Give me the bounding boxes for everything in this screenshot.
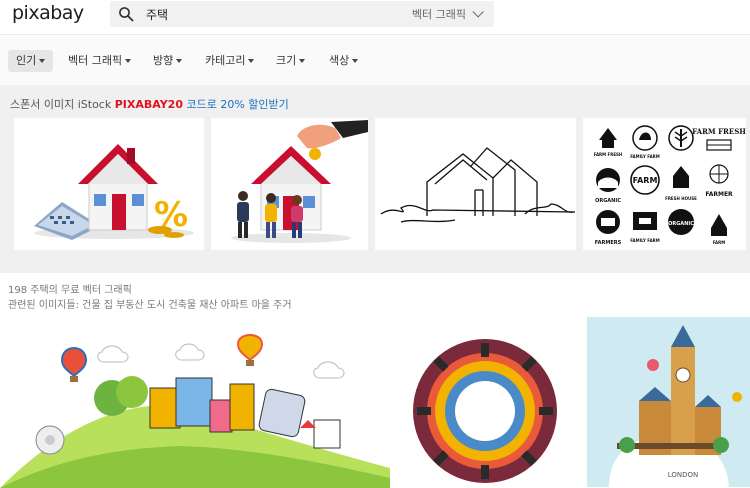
cartoon-town-illustration [0, 334, 390, 488]
sponsored-image-line-house[interactable] [375, 118, 576, 250]
filter-label: 방향 [153, 54, 174, 67]
caret-down-icon [125, 59, 132, 63]
house-calculator-illustration: % [34, 144, 194, 240]
search-bar[interactable]: 주택 벡터 그래픽 [110, 1, 494, 27]
logo-organic-text-2: ORGANIC [668, 221, 694, 227]
top-bar: pixabay 주택 벡터 그래픽 [0, 0, 750, 34]
related-searches[interactable]: 관련된 이미지들: 건물 집 부동산 도시 건축물 재산 아파트 마을 주거 [8, 296, 292, 311]
logo-farmers-text: FARMERS [595, 240, 622, 246]
logo-family-farm-text-2: FAMILY FARM [630, 238, 660, 243]
filter-category[interactable]: 카테고리 [197, 50, 262, 72]
caret-down-icon [39, 59, 46, 63]
london-caption: LONDON [668, 471, 699, 479]
line-house-illustration [380, 147, 576, 223]
circular-houses-illustration [413, 339, 557, 483]
filter-orientation[interactable]: 방향 [145, 50, 190, 72]
farm-logos-illustration: FARM FRESH FAMILY FARM FARM FRESH ORGANI… [594, 125, 746, 246]
logo-farm-fresh-text-2: FARM FRESH [692, 127, 746, 136]
logo-fresh-house-text: FRESH HOUSE [665, 196, 697, 201]
result-image-london[interactable]: LONDON [587, 317, 750, 487]
media-type-label: 벡터 그래픽 [411, 8, 466, 21]
house-coin-illustration [231, 120, 368, 243]
caret-down-icon [248, 59, 255, 63]
result-image-circular-houses[interactable] [390, 328, 585, 488]
caret-down-icon [176, 59, 183, 63]
sponsored-image-house-coin[interactable] [211, 118, 368, 250]
london-bigben-illustration: LONDON [609, 325, 742, 487]
filter-label: 벡터 그래픽 [68, 54, 123, 67]
logo-family-farm-text: FAMILY FARM [630, 154, 660, 159]
filter-label: 크기 [276, 54, 297, 67]
pixabay-logo[interactable]: pixabay [12, 2, 84, 24]
promo-code: PIXABAY20 [114, 98, 183, 111]
logo-farmer-text: FARMER [705, 191, 733, 198]
filter-label: 카테고리 [205, 54, 246, 67]
sponsored-image-house-calculator[interactable]: % [14, 118, 204, 250]
filter-label: 색상 [329, 54, 350, 67]
filter-popular[interactable]: 인기 [8, 50, 54, 72]
sponsor-prefix: 스폰서 이미지 iStock [10, 98, 112, 111]
filter-color[interactable]: 색상 [321, 50, 366, 72]
filter-label: 인기 [16, 54, 37, 67]
media-type-select[interactable]: 벡터 그래픽 [411, 6, 484, 22]
search-icon[interactable] [118, 6, 134, 22]
result-image-cartoon-town[interactable] [0, 328, 390, 488]
search-input[interactable]: 주택 [146, 6, 168, 23]
promo-text: 코드로 20% 할인받기 [186, 98, 289, 111]
caret-down-icon [352, 59, 359, 63]
filter-vector-graphics[interactable]: 벡터 그래픽 [60, 50, 139, 72]
logo-organic-text: ORGANIC [595, 198, 621, 204]
sponsor-line[interactable]: 스폰서 이미지 iStock PIXABAY20 코드로 20% 할인받기 [10, 96, 289, 112]
results-count: 198 주택의 무료 벡터 그래픽 [8, 285, 132, 296]
results-section: 198 주택의 무료 벡터 그래픽 관련된 이미지들: 건물 집 부동산 도시 … [0, 273, 750, 488]
filter-bar: 인기 벡터 그래픽 방향 카테고리 크기 색상 [0, 34, 750, 85]
logo-farm-text: FARM [633, 176, 658, 185]
chevron-down-icon [472, 6, 484, 18]
caret-down-icon [299, 59, 306, 63]
filter-size[interactable]: 크기 [268, 50, 313, 72]
sponsored-section: 스폰서 이미지 iStock PIXABAY20 코드로 20% 할인받기 % [0, 85, 750, 273]
sponsored-image-farm-logos[interactable]: FARM FRESH FAMILY FARM FARM FRESH ORGANI… [583, 118, 746, 250]
logo-farm-fresh-text: FARM FRESH [594, 152, 623, 157]
logo-farm-text-2: FARM [713, 240, 725, 245]
